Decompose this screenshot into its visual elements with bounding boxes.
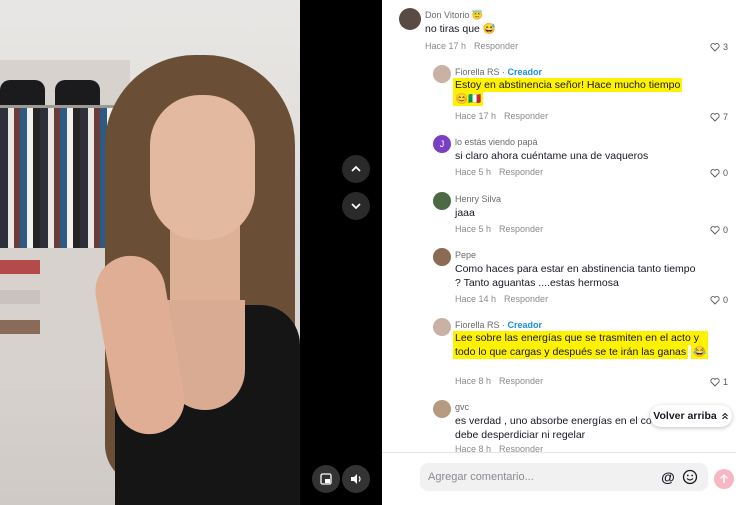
like-count: 0 [722,225,728,235]
reply-button[interactable]: Responder [504,294,548,304]
comment-text: si claro ahora cuéntame una de vaqueros [455,150,649,162]
heart-icon [710,169,720,178]
comment-text: jaaa [455,207,475,219]
avatar[interactable] [433,318,451,336]
like-button[interactable]: 0 [710,168,728,178]
comment-username[interactable]: Pepe [455,250,476,260]
like-count: 3 [722,42,728,52]
send-button[interactable] [714,469,734,489]
like-button[interactable]: 0 [710,295,728,305]
reply-button[interactable]: Responder [499,167,543,177]
like-count: 7 [722,112,728,122]
creator-badge: Creador [507,320,543,330]
avatar[interactable] [433,192,451,210]
arrow-up-icon [720,474,728,483]
comment-meta: Hace 17 h Responder [425,41,519,51]
comment-text: Estoy en abstinencia señor! Hace mucho t… [453,78,683,106]
like-count: 1 [722,377,728,387]
back-to-top-label: Volver arriba [653,410,717,422]
picture-in-picture-icon [320,473,332,485]
avatar[interactable] [399,8,421,30]
next-video-button[interactable] [342,192,370,220]
double-chevron-up-icon [721,412,728,420]
avatar[interactable]: J [433,135,451,153]
at-icon[interactable]: @ [660,469,676,485]
comment-meta: Hace 5 h Responder [455,224,544,234]
comment-text: es verdad , uno absorbe energías en el c… [455,415,652,441]
comment-meta: Hace 17 h Responder [455,111,549,121]
comment-username[interactable]: Henry Silva [455,194,501,204]
reply-button[interactable]: Responder [474,41,518,51]
video-person [89,55,305,505]
comment-input-bar: Agregar comentario... @ [382,452,736,505]
reply-button[interactable]: Responder [499,224,543,234]
back-to-top-button[interactable]: Volver arriba [650,405,732,427]
comment-meta: Hace 8 h Responder [455,376,544,386]
video-nav-strip [340,0,382,505]
comment-username[interactable]: gvc [455,402,469,412]
heart-icon [710,296,720,305]
creator-badge: Creador [507,67,543,77]
comment-username[interactable]: Fiorella RS · Creador [455,320,542,330]
like-button[interactable]: 0 [710,225,728,235]
like-count: 0 [722,295,728,305]
app-root: Don Vitorio 😇 no tiras que 😅 Hace 17 h Re… [0,0,736,505]
heart-icon [710,226,720,235]
comment-text: no tiras que 😅 [425,23,496,35]
comments-panel[interactable]: Don Vitorio 😇 no tiras que 😅 Hace 17 h Re… [382,0,736,505]
comment-username[interactable]: Don Vitorio 😇 [425,10,483,21]
comment-text: Como haces para estar en abstinencia tan… [455,263,696,289]
comment-text: Lee sobre las energías que se trasmiten … [453,331,709,359]
previous-video-button[interactable] [342,155,370,183]
comment-meta: Hace 14 h Responder [455,294,549,304]
sound-button[interactable] [342,465,370,493]
like-button[interactable]: 3 [710,42,728,52]
heart-icon [710,43,720,52]
like-button[interactable]: 1 [710,377,728,387]
avatar[interactable] [433,65,451,83]
heart-icon [710,378,720,387]
video-player[interactable] [0,0,340,505]
chevron-down-icon [351,203,361,210]
avatar[interactable] [433,400,451,418]
chevron-up-icon [351,165,361,172]
pip-button[interactable] [312,465,340,493]
like-count: 0 [722,168,728,178]
comment-username[interactable]: lo estás viendo papá [455,137,538,147]
emoji-icon[interactable] [682,469,698,485]
comment-meta: Hace 5 h Responder [455,167,544,177]
like-button[interactable]: 7 [710,112,728,122]
avatar[interactable] [433,248,451,266]
reply-button[interactable]: Responder [499,376,543,386]
speaker-icon [351,474,361,484]
reply-button[interactable]: Responder [504,111,548,121]
heart-icon [710,113,720,122]
comment-username[interactable]: Fiorella RS · Creador [455,67,542,77]
